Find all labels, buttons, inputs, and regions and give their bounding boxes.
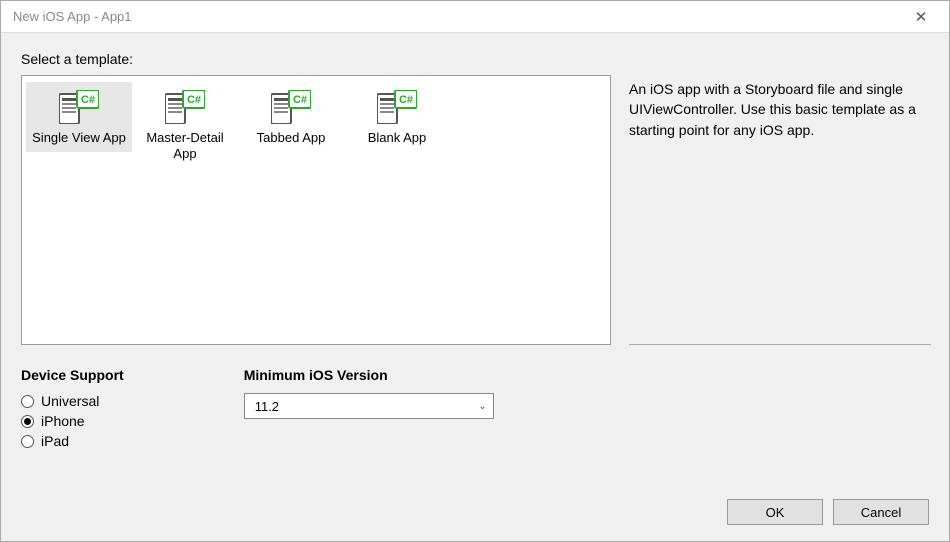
device-radio-iphone[interactable]: iPhone: [21, 413, 124, 429]
chevron-down-icon: ⌄: [478, 401, 486, 412]
dialog-body: Select a template: C# Single View App C# Ma…: [1, 33, 949, 541]
options-row: Device Support Universal iPhone iPad Minim…: [21, 367, 929, 453]
template-item-label: Tabbed App: [242, 130, 340, 146]
cancel-button-label: Cancel: [861, 505, 901, 520]
csharp-project-icon: C#: [30, 90, 128, 124]
svg-text:C#: C#: [293, 94, 307, 106]
device-radio-universal[interactable]: Universal: [21, 393, 124, 409]
ok-button[interactable]: OK: [727, 499, 823, 525]
divider: [629, 344, 931, 345]
svg-text:C#: C#: [187, 94, 201, 106]
csharp-project-icon: C#: [136, 90, 234, 124]
template-description-text: An iOS app with a Storyboard file and si…: [629, 81, 916, 138]
device-support-options: Universal iPhone iPad: [21, 393, 124, 449]
radio-icon: [21, 395, 34, 408]
svg-text:C#: C#: [81, 94, 95, 106]
template-item-label: Single View App: [30, 130, 128, 146]
template-item-label: Master-Detail App: [136, 130, 234, 163]
radio-icon: [21, 415, 34, 428]
dialog-footer: OK Cancel: [21, 487, 929, 525]
templates-row: C# Single View App C# Master-Detail App C# Ta…: [21, 75, 929, 345]
close-icon[interactable]: ✕: [901, 8, 941, 26]
dialog-window: New iOS App - App1 ✕ Select a template: …: [0, 0, 950, 542]
device-support-title: Device Support: [21, 367, 124, 383]
window-title: New iOS App - App1: [13, 9, 132, 24]
template-description: An iOS app with a Storyboard file and si…: [629, 75, 929, 345]
titlebar: New iOS App - App1 ✕: [1, 1, 949, 33]
template-list: C# Single View App C# Master-Detail App C# Ta…: [21, 75, 611, 345]
min-ios-select[interactable]: 11.2 ⌄: [244, 393, 494, 419]
min-ios-group: Minimum iOS Version 11.2 ⌄: [244, 367, 494, 453]
min-ios-title: Minimum iOS Version: [244, 367, 494, 383]
template-item[interactable]: C# Blank App: [344, 82, 450, 152]
csharp-project-icon: C#: [242, 90, 340, 124]
template-item[interactable]: C# Master-Detail App: [132, 82, 238, 169]
cancel-button[interactable]: Cancel: [833, 499, 929, 525]
min-ios-value: 11.2: [255, 399, 279, 414]
device-radio-ipad[interactable]: iPad: [21, 433, 124, 449]
device-radio-label: iPad: [41, 433, 69, 449]
prompt-label: Select a template:: [21, 51, 929, 67]
device-support-group: Device Support Universal iPhone iPad: [21, 367, 124, 453]
csharp-project-icon: C#: [348, 90, 446, 124]
device-radio-label: iPhone: [41, 413, 85, 429]
template-item[interactable]: C# Tabbed App: [238, 82, 344, 152]
template-item[interactable]: C# Single View App: [26, 82, 132, 152]
radio-icon: [21, 435, 34, 448]
ok-button-label: OK: [766, 505, 785, 520]
svg-text:C#: C#: [399, 94, 413, 106]
device-radio-label: Universal: [41, 393, 99, 409]
template-item-label: Blank App: [348, 130, 446, 146]
